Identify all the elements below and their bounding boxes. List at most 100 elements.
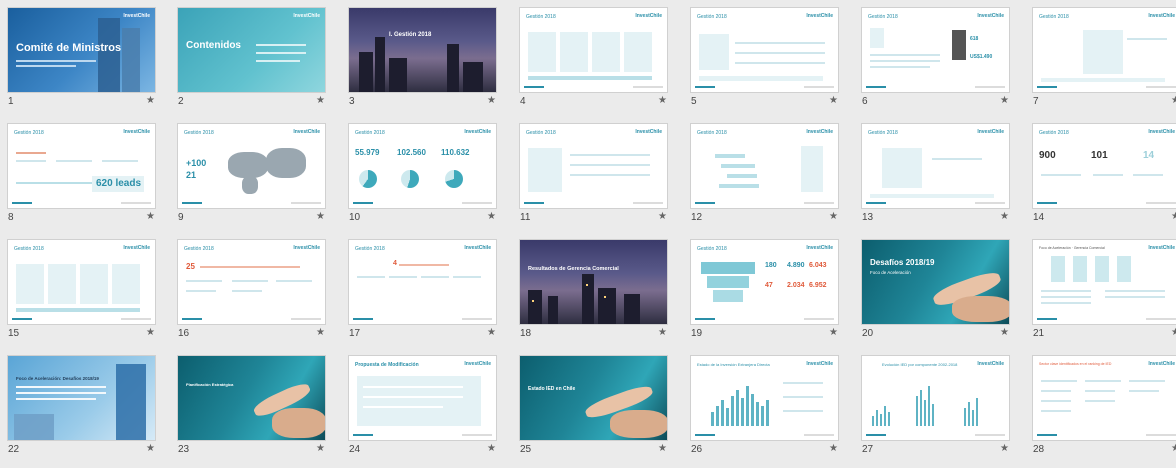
slide-20-preview[interactable]: Desafíos 2018/19 Foco de Aceleración bbox=[862, 240, 1009, 324]
slide-10-preview[interactable]: Gestión 2018 InvestChile 55.979 102.560 … bbox=[349, 124, 496, 208]
slide-thumbnail-28[interactable]: Sector clave identificados en el ranking… bbox=[1033, 356, 1176, 468]
slide-thumbnail-2[interactable]: InvestChile Contenidos 2 ★ bbox=[178, 8, 325, 120]
star-icon[interactable]: ★ bbox=[829, 443, 838, 454]
slide-28-preview[interactable]: Sector clave identificados en el ranking… bbox=[1033, 356, 1176, 440]
slide-thumbnail-12[interactable]: Gestión 2018 InvestChile 12 ★ bbox=[691, 124, 838, 236]
slide-thumbnail-14[interactable]: Gestión 2018 InvestChile 900 101 14 14 ★ bbox=[1033, 124, 1176, 236]
slide-number: 24 bbox=[349, 444, 361, 455]
slide-thumbnail-21[interactable]: Foco de Aceleración · Gerencia Comercial… bbox=[1033, 240, 1176, 352]
slide-thumbnail-7[interactable]: Gestión 2018 InvestChile 7 ★ bbox=[1033, 8, 1176, 120]
star-icon[interactable]: ★ bbox=[146, 95, 155, 106]
star-icon[interactable]: ★ bbox=[1000, 211, 1009, 222]
slide-thumbnail-18[interactable]: Resultados de Gerencia Comercial 18 ★ bbox=[520, 240, 667, 352]
slide-2-preview[interactable]: InvestChile Contenidos bbox=[178, 8, 325, 92]
star-icon[interactable]: ★ bbox=[316, 211, 325, 222]
slide-7-preview[interactable]: Gestión 2018 InvestChile bbox=[1033, 8, 1176, 92]
slide-12-title: Gestión 2018 bbox=[697, 130, 727, 136]
slide-19-preview[interactable]: Gestión 2018 InvestChile 180 4.890 6.043… bbox=[691, 240, 838, 324]
star-icon[interactable]: ★ bbox=[487, 95, 496, 106]
slide-14-preview[interactable]: Gestión 2018 InvestChile 900 101 14 bbox=[1033, 124, 1176, 208]
slide-1-preview[interactable]: InvestChile Comité de Ministros bbox=[8, 8, 155, 92]
star-icon[interactable]: ★ bbox=[1000, 327, 1009, 338]
slide-8-preview[interactable]: Gestión 2018 InvestChile 620 leads bbox=[8, 124, 155, 208]
slide-thumbnail-8[interactable]: Gestión 2018 InvestChile 620 leads 8 ★ bbox=[8, 124, 155, 236]
slide-3-preview[interactable]: I. Gestión 2018 bbox=[349, 8, 496, 92]
slide-thumbnail-6[interactable]: Gestión 2018 InvestChile 618 US$1.490 6 … bbox=[862, 8, 1009, 120]
slide-7-logo: InvestChile bbox=[1148, 13, 1175, 19]
star-icon[interactable]: ★ bbox=[658, 327, 667, 338]
star-icon[interactable]: ★ bbox=[146, 327, 155, 338]
slide-9-preview[interactable]: Gestión 2018 InvestChile +100 21 bbox=[178, 124, 325, 208]
slide-21-preview[interactable]: Foco de Aceleración · Gerencia Comercial… bbox=[1033, 240, 1176, 324]
star-icon[interactable]: ★ bbox=[1171, 95, 1176, 106]
slide-16-preview[interactable]: Gestión 2018 InvestChile 25 bbox=[178, 240, 325, 324]
slide-25-preview[interactable]: Estado IED en Chile bbox=[520, 356, 667, 440]
star-icon[interactable]: ★ bbox=[829, 327, 838, 338]
star-icon[interactable]: ★ bbox=[316, 327, 325, 338]
star-icon[interactable]: ★ bbox=[1000, 95, 1009, 106]
slide-5-preview[interactable]: Gestión 2018 InvestChile bbox=[691, 8, 838, 92]
slide-18-preview[interactable]: Resultados de Gerencia Comercial bbox=[520, 240, 667, 324]
star-icon[interactable]: ★ bbox=[316, 95, 325, 106]
star-icon[interactable]: ★ bbox=[829, 95, 838, 106]
slide-thumbnail-27[interactable]: Evolución IED por componente 2002-2018 I… bbox=[862, 356, 1009, 468]
slide-thumbnail-26[interactable]: Estado de la Inversión Extranjera Direct… bbox=[691, 356, 838, 468]
star-icon[interactable]: ★ bbox=[146, 443, 155, 454]
slide-thumbnail-13[interactable]: Gestión 2018 InvestChile 13 ★ bbox=[862, 124, 1009, 236]
slide-23-preview[interactable]: Planificación Estratégica bbox=[178, 356, 325, 440]
star-icon[interactable]: ★ bbox=[487, 443, 496, 454]
slide-26-logo: InvestChile bbox=[806, 361, 833, 367]
slide-13-preview[interactable]: Gestión 2018 InvestChile bbox=[862, 124, 1009, 208]
star-icon[interactable]: ★ bbox=[1171, 443, 1176, 454]
slide-thumbnail-25[interactable]: Estado IED en Chile 25 ★ bbox=[520, 356, 667, 468]
slide-thumbnail-11[interactable]: Gestión 2018 InvestChile 11 ★ bbox=[520, 124, 667, 236]
star-icon[interactable]: ★ bbox=[487, 211, 496, 222]
star-icon[interactable]: ★ bbox=[316, 443, 325, 454]
slide-19-stat6: 6.952 bbox=[809, 282, 827, 289]
star-icon[interactable]: ★ bbox=[487, 327, 496, 338]
star-icon[interactable]: ★ bbox=[658, 443, 667, 454]
star-icon[interactable]: ★ bbox=[658, 211, 667, 222]
star-icon[interactable]: ★ bbox=[146, 211, 155, 222]
slide-22-preview[interactable]: Foco de Aceleración: Desafíos 2018/19 bbox=[8, 356, 155, 440]
slide-thumbnail-23[interactable]: Planificación Estratégica 23 ★ bbox=[178, 356, 325, 468]
slide-15-preview[interactable]: Gestión 2018 InvestChile bbox=[8, 240, 155, 324]
slide-thumbnail-4[interactable]: Gestión 2018 InvestChile 4 ★ bbox=[520, 8, 667, 120]
slide-number: 5 bbox=[691, 96, 697, 107]
slide-thumbnail-15[interactable]: Gestión 2018 InvestChile 15 ★ bbox=[8, 240, 155, 352]
slide-9-stat2: 21 bbox=[186, 170, 197, 180]
slide-thumbnail-10[interactable]: Gestión 2018 InvestChile 55.979 102.560 … bbox=[349, 124, 496, 236]
star-icon[interactable]: ★ bbox=[1000, 443, 1009, 454]
slide-26-preview[interactable]: Estado de la Inversión Extranjera Direct… bbox=[691, 356, 838, 440]
slide-thumbnail-5[interactable]: Gestión 2018 InvestChile 5 ★ bbox=[691, 8, 838, 120]
slide-thumbnail-3[interactable]: I. Gestión 2018 3 ★ bbox=[349, 8, 496, 120]
slide-27-preview[interactable]: Evolución IED por componente 2002-2018 I… bbox=[862, 356, 1009, 440]
star-icon[interactable]: ★ bbox=[658, 95, 667, 106]
slide-4-preview[interactable]: Gestión 2018 InvestChile bbox=[520, 8, 667, 92]
slide-number: 16 bbox=[178, 328, 190, 339]
slide-thumbnail-17[interactable]: Gestión 2018 InvestChile 4 17 ★ bbox=[349, 240, 496, 352]
slide-number: 14 bbox=[1033, 212, 1045, 223]
slide-17-preview[interactable]: Gestión 2018 InvestChile 4 bbox=[349, 240, 496, 324]
slide-12-preview[interactable]: Gestión 2018 InvestChile bbox=[691, 124, 838, 208]
slide-thumbnail-24[interactable]: Propuesta de Modificación InvestChile 24… bbox=[349, 356, 496, 468]
slide-number: 7 bbox=[1033, 96, 1039, 107]
slide-26-title: Estado de la Inversión Extranjera Direct… bbox=[697, 362, 770, 367]
slide-thumbnail-22[interactable]: Foco de Aceleración: Desafíos 2018/19 22… bbox=[8, 356, 155, 468]
slide-thumbnail-9[interactable]: Gestión 2018 InvestChile +100 21 9 ★ bbox=[178, 124, 325, 236]
slide-thumbnail-20[interactable]: Desafíos 2018/19 Foco de Aceleración 20 … bbox=[862, 240, 1009, 352]
slide-10-stat: 55.979 bbox=[355, 148, 380, 157]
slide-thumbnail-19[interactable]: Gestión 2018 InvestChile 180 4.890 6.043… bbox=[691, 240, 838, 352]
slide-number: 9 bbox=[178, 212, 184, 223]
star-icon[interactable]: ★ bbox=[1171, 327, 1176, 338]
slide-6-preview[interactable]: Gestión 2018 InvestChile 618 US$1.490 bbox=[862, 8, 1009, 92]
slide-11-preview[interactable]: Gestión 2018 InvestChile bbox=[520, 124, 667, 208]
slide-thumbnail-16[interactable]: Gestión 2018 InvestChile 25 16 ★ bbox=[178, 240, 325, 352]
slide-24-preview[interactable]: Propuesta de Modificación InvestChile bbox=[349, 356, 496, 440]
star-icon[interactable]: ★ bbox=[829, 211, 838, 222]
slide-6-title: Gestión 2018 bbox=[868, 14, 898, 20]
slide-number: 12 bbox=[691, 212, 703, 223]
slide-number: 8 bbox=[8, 212, 14, 223]
star-icon[interactable]: ★ bbox=[1171, 211, 1176, 222]
slide-thumbnail-1[interactable]: InvestChile Comité de Ministros 1 ★ bbox=[8, 8, 155, 120]
